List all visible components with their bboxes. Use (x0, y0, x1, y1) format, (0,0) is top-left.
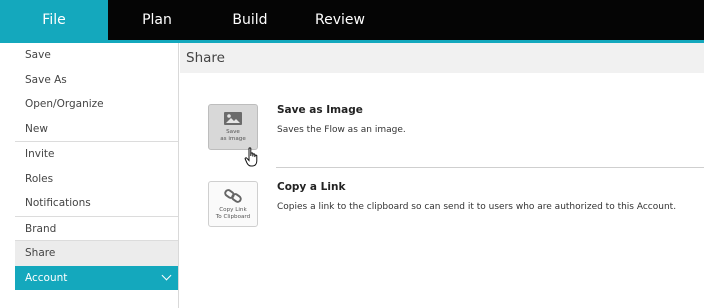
sidebar-group-brand: Brand Share (15, 217, 178, 266)
sidebar-item-new[interactable]: New (15, 117, 178, 142)
top-nav: File Plan Build Review (0, 0, 704, 40)
sidebar-item-share[interactable]: Share (15, 241, 178, 266)
tab-file[interactable]: File (0, 0, 108, 40)
sidebar-item-invite[interactable]: Invite (15, 142, 178, 167)
page-title: Share (180, 43, 704, 73)
option-text: Save as Image Saves the Flow as an image… (277, 104, 406, 135)
copy-link-caption: Copy Link To Clipboard (216, 207, 250, 220)
image-icon (224, 112, 242, 125)
sidebar-item-brand[interactable]: Brand (15, 217, 178, 241)
option-title: Save as Image (277, 104, 363, 116)
caption-line-2: To Clipboard (215, 213, 251, 220)
save-as-image-button[interactable]: Save as image (208, 104, 258, 150)
sidebar-item-roles[interactable]: Roles (15, 167, 178, 192)
sidebar-item-notifications[interactable]: Notifications (15, 191, 178, 216)
option-description: Copies a link to the clipboard so can se… (277, 202, 677, 212)
account-label: Account (25, 271, 68, 284)
sidebar-item-account[interactable]: Account (15, 265, 178, 290)
sidebar-item-open-organize[interactable]: Open/Organize (15, 92, 178, 117)
sidebar-group-file: Save Save As Open/Organize New (15, 43, 178, 142)
option-text: Copy a Link Copies a link to the clipboa… (277, 181, 676, 212)
left-margin (0, 43, 15, 308)
copy-link-button[interactable]: Copy Link To Clipboard (208, 181, 258, 227)
caption-line-1: Copy Link (219, 207, 247, 213)
sidebar-item-save-as[interactable]: Save As (15, 68, 178, 93)
share-option-save-image: Save as image Save as Image Saves the Fl… (208, 104, 406, 150)
hand-cursor-icon (244, 147, 258, 167)
tab-review[interactable]: Review (294, 0, 386, 40)
sidebar: Save Save As Open/Organize New Invite Ro… (15, 43, 179, 308)
tab-plan[interactable]: Plan (108, 0, 206, 40)
option-description: Saves the Flow as an image. (277, 125, 406, 135)
option-divider (276, 167, 704, 168)
tab-build[interactable]: Build (206, 0, 294, 40)
save-as-image-caption: Save as image (220, 129, 246, 142)
link-icon (224, 189, 242, 203)
sidebar-item-save[interactable]: Save (15, 43, 178, 68)
option-title: Copy a Link (277, 181, 346, 193)
caption-line-2: as image (220, 135, 246, 142)
share-option-copy-link: Copy Link To Clipboard Copy a Link Copie… (208, 181, 676, 227)
sidebar-group-people: Invite Roles Notifications (15, 142, 178, 217)
chevron-down-icon (161, 270, 172, 281)
